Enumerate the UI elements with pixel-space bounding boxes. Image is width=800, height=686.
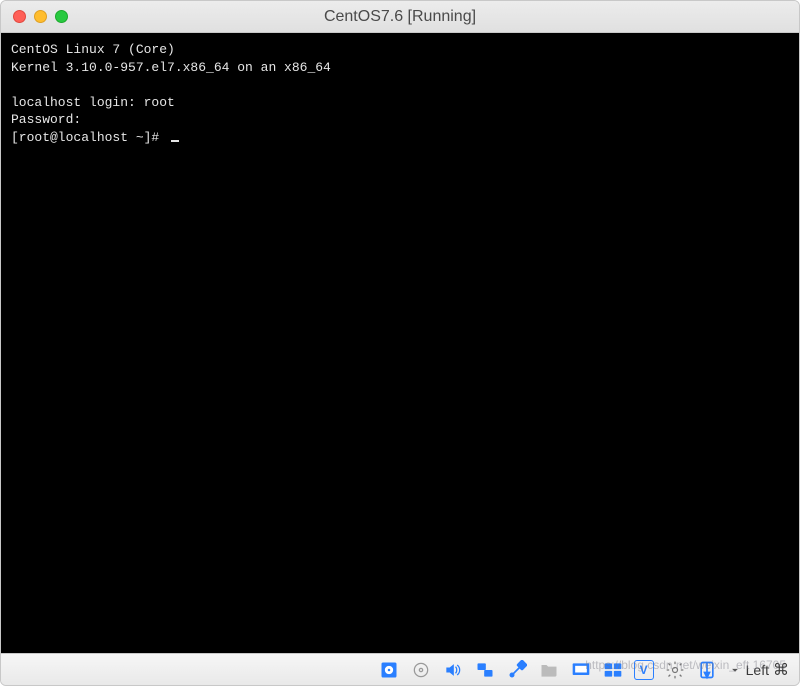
recording-icon[interactable] [602, 659, 624, 681]
settings-icon[interactable] [664, 659, 686, 681]
traffic-lights [13, 10, 68, 23]
terminal-login-prompt: localhost login: root [11, 95, 175, 110]
close-button[interactable] [13, 10, 26, 23]
host-key-indicator[interactable]: Left ⌘ [728, 660, 789, 680]
keyboard-capture-label: V [640, 663, 648, 677]
terminal-line: CentOS Linux 7 (Core) [11, 42, 175, 57]
terminal-screen[interactable]: CentOS Linux 7 (Core) Kernel 3.10.0-957.… [1, 33, 799, 653]
chevron-down-icon [728, 663, 742, 677]
keyboard-capture-icon[interactable]: V [634, 660, 654, 680]
minimize-button[interactable] [34, 10, 47, 23]
maximize-button[interactable] [55, 10, 68, 23]
titlebar[interactable]: CentOS7.6 [Running] [1, 1, 799, 33]
statusbar: V Left ⌘ [1, 653, 799, 685]
harddisk-icon[interactable] [378, 659, 400, 681]
usb-icon[interactable] [506, 659, 528, 681]
command-key-icon: ⌘ [773, 660, 789, 680]
terminal-password-prompt: Password: [11, 112, 81, 127]
network-icon[interactable] [474, 659, 496, 681]
terminal-line: Kernel 3.10.0-957.el7.x86_64 on an x86_6… [11, 60, 331, 75]
shared-folder-icon[interactable] [538, 659, 560, 681]
mouse-capture-icon[interactable] [696, 659, 718, 681]
display-icon[interactable] [570, 659, 592, 681]
cursor-icon [171, 140, 179, 142]
vm-window: CentOS7.6 [Running] CentOS Linux 7 (Core… [0, 0, 800, 686]
optical-disc-icon[interactable] [410, 659, 432, 681]
host-key-label: Left [746, 662, 769, 678]
audio-icon[interactable] [442, 659, 464, 681]
window-title: CentOS7.6 [Running] [13, 8, 787, 26]
terminal-shell-prompt: [root@localhost ~]# [11, 130, 167, 145]
